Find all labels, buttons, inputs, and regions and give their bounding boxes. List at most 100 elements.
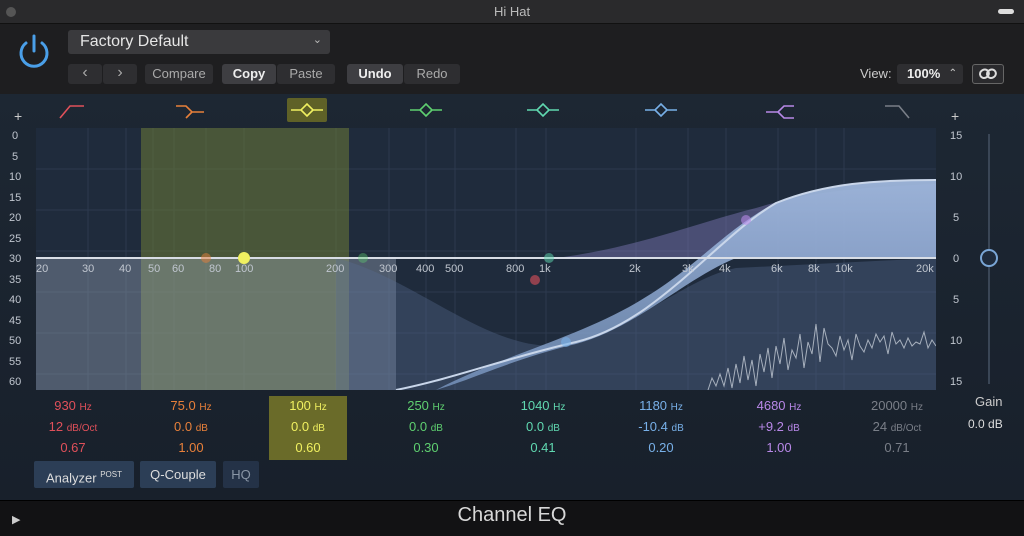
band-2-gain[interactable]: 0.0 dB — [152, 417, 230, 438]
right-scale-label: 10 — [950, 171, 963, 183]
add-band-left-icon[interactable]: + — [14, 108, 22, 124]
band-2-freq-value: 75.0 — [170, 398, 196, 413]
band-4-q[interactable]: 0.30 — [387, 438, 465, 459]
band-7-q[interactable]: 1.00 — [740, 438, 818, 459]
plugin-header: Factory Default ⌄ ‹ › Compare Copy Paste… — [0, 24, 1024, 94]
right-scale-label: 5 — [953, 212, 960, 224]
band-5-handle[interactable] — [544, 253, 554, 263]
band-7-handle[interactable] — [741, 215, 751, 225]
band-3-gain-value: 0.0 — [291, 419, 310, 434]
band-3-gain[interactable]: 0.0 dB — [269, 417, 347, 438]
band-3-freq[interactable]: 100 Hz — [269, 396, 347, 417]
plugin-footer: ▶ Channel EQ — [0, 500, 1024, 536]
eq-curve-canvas[interactable] — [36, 128, 937, 391]
band-5-q[interactable]: 0.41 — [504, 438, 582, 459]
band-7-highshelf-icon[interactable] — [760, 98, 800, 122]
left-scale-label: 50 — [9, 335, 22, 347]
power-icon[interactable] — [14, 32, 54, 72]
previous-preset-button[interactable]: ‹ — [68, 64, 102, 84]
hq-button[interactable]: HQ — [223, 461, 259, 488]
add-band-right-icon[interactable]: + — [951, 108, 959, 124]
left-scale-label: 45 — [9, 315, 22, 327]
band-4-freq-value: 250 — [407, 398, 429, 413]
band-6-gain-value: -10.4 — [638, 419, 668, 434]
q-couple-button[interactable]: Q-Couple — [140, 461, 216, 488]
view-zoom-value: 100% — [907, 66, 941, 81]
freq-label: 20 — [36, 263, 49, 275]
next-preset-button[interactable]: › — [103, 64, 137, 84]
band-8-freq-unit: Hz — [910, 402, 923, 413]
left-scale-label: 55 — [9, 356, 22, 368]
band-1-slope[interactable]: 12 dB/Oct — [34, 417, 112, 438]
band-5-freq[interactable]: 1040 Hz — [504, 396, 582, 417]
freq-label: 200 — [326, 263, 345, 275]
band-1-slope-value: 12 — [48, 419, 64, 434]
band-8-slope-value: 24 — [872, 419, 888, 434]
band-7-freq[interactable]: 4680 Hz — [740, 396, 818, 417]
band-6-gain-unit: dB — [671, 423, 684, 434]
view-label: View: — [860, 66, 892, 81]
undo-button[interactable]: Undo — [347, 64, 403, 84]
band-1-q[interactable]: 0.67 — [34, 438, 112, 459]
band-4-gain-value: 0.0 — [409, 419, 428, 434]
band-1-lowcut-icon[interactable] — [52, 98, 92, 122]
band-8-highcut-icon[interactable] — [877, 98, 917, 122]
gain-value[interactable]: 0.0 dB — [968, 417, 1003, 431]
chevron-down-icon: ⌄ — [312, 34, 322, 46]
minimize-bar-icon[interactable] — [998, 9, 1014, 14]
band-2-freq[interactable]: 75.0 Hz — [152, 396, 230, 417]
compare-button[interactable]: Compare — [145, 64, 213, 84]
band-8-params: 20000 Hz 24 dB/Oct 0.71 — [858, 396, 936, 460]
band-4-freq[interactable]: 250 Hz — [387, 396, 465, 417]
plugin-name: Channel EQ — [457, 504, 567, 526]
band-4-params: 250 Hz 0.0 dB 0.30 — [387, 396, 465, 460]
band-4-bell-icon[interactable] — [406, 98, 446, 122]
freq-label: 80 — [209, 263, 222, 275]
band-8-freq-value: 20000 — [870, 398, 908, 413]
band-8-slope[interactable]: 24 dB/Oct — [858, 417, 936, 438]
band-3-q[interactable]: 0.60 — [269, 438, 347, 459]
analyzer-label: Analyzer — [46, 470, 97, 486]
band-1-slope-unit: dB/Oct — [66, 423, 98, 434]
band-1-params: 930 Hz 12 dB/Oct 0.67 — [34, 396, 112, 460]
band-2-gain-value: 0.0 — [174, 419, 193, 434]
band-5-gain-unit: dB — [547, 423, 560, 434]
band-6-q[interactable]: 0.20 — [622, 438, 700, 459]
freq-label: 20k — [916, 263, 934, 275]
band-3-bell-icon[interactable] — [287, 98, 327, 122]
band-2-handle[interactable] — [201, 253, 211, 263]
band-4-handle[interactable] — [358, 253, 368, 263]
paste-button[interactable]: Paste — [277, 64, 335, 84]
preset-name: Factory Default — [80, 33, 189, 50]
left-scale-label: 60 — [9, 376, 22, 388]
band-6-freq-value: 1180 — [639, 398, 668, 413]
eq-graph[interactable]: 20 30 40 50 60 80 100 200 300 400 500 80… — [36, 128, 937, 391]
right-scale-label: 15 — [950, 130, 963, 142]
view-zoom-select[interactable]: 100% ⌃ — [897, 64, 963, 84]
band-7-gain[interactable]: +9.2 dB — [740, 417, 818, 438]
band-6-freq[interactable]: 1180 Hz — [622, 396, 700, 417]
copy-button[interactable]: Copy — [222, 64, 276, 84]
redo-button[interactable]: Redo — [404, 64, 460, 84]
band-8-freq[interactable]: 20000 Hz — [858, 396, 936, 417]
band-2-q[interactable]: 1.00 — [152, 438, 230, 459]
gain-slider-knob[interactable] — [980, 249, 998, 267]
right-scale-label: 5 — [953, 294, 960, 306]
band-5-gain[interactable]: 0.0 dB — [504, 417, 582, 438]
band-6-gain[interactable]: -10.4 dB — [622, 417, 700, 438]
band-2-freq-unit: Hz — [199, 402, 212, 413]
band-8-q[interactable]: 0.71 — [858, 438, 936, 459]
band-6-handle[interactable] — [561, 337, 571, 347]
band-1-handle[interactable] — [530, 275, 540, 285]
analyzer-button[interactable]: Analyzer POST — [34, 461, 134, 488]
band-5-bell-icon[interactable] — [523, 98, 563, 122]
band-7-gain-unit: dB — [787, 423, 800, 434]
preset-dropdown[interactable]: Factory Default ⌄ — [68, 30, 330, 54]
band-1-freq[interactable]: 930 Hz — [34, 396, 112, 417]
band-7-freq-unit: Hz — [789, 402, 802, 413]
band-6-bell-icon[interactable] — [641, 98, 681, 122]
band-2-lowshelf-icon[interactable] — [170, 98, 210, 122]
band-4-gain[interactable]: 0.0 dB — [387, 417, 465, 438]
left-scale-label: 5 — [12, 151, 19, 163]
link-button[interactable] — [972, 64, 1004, 84]
